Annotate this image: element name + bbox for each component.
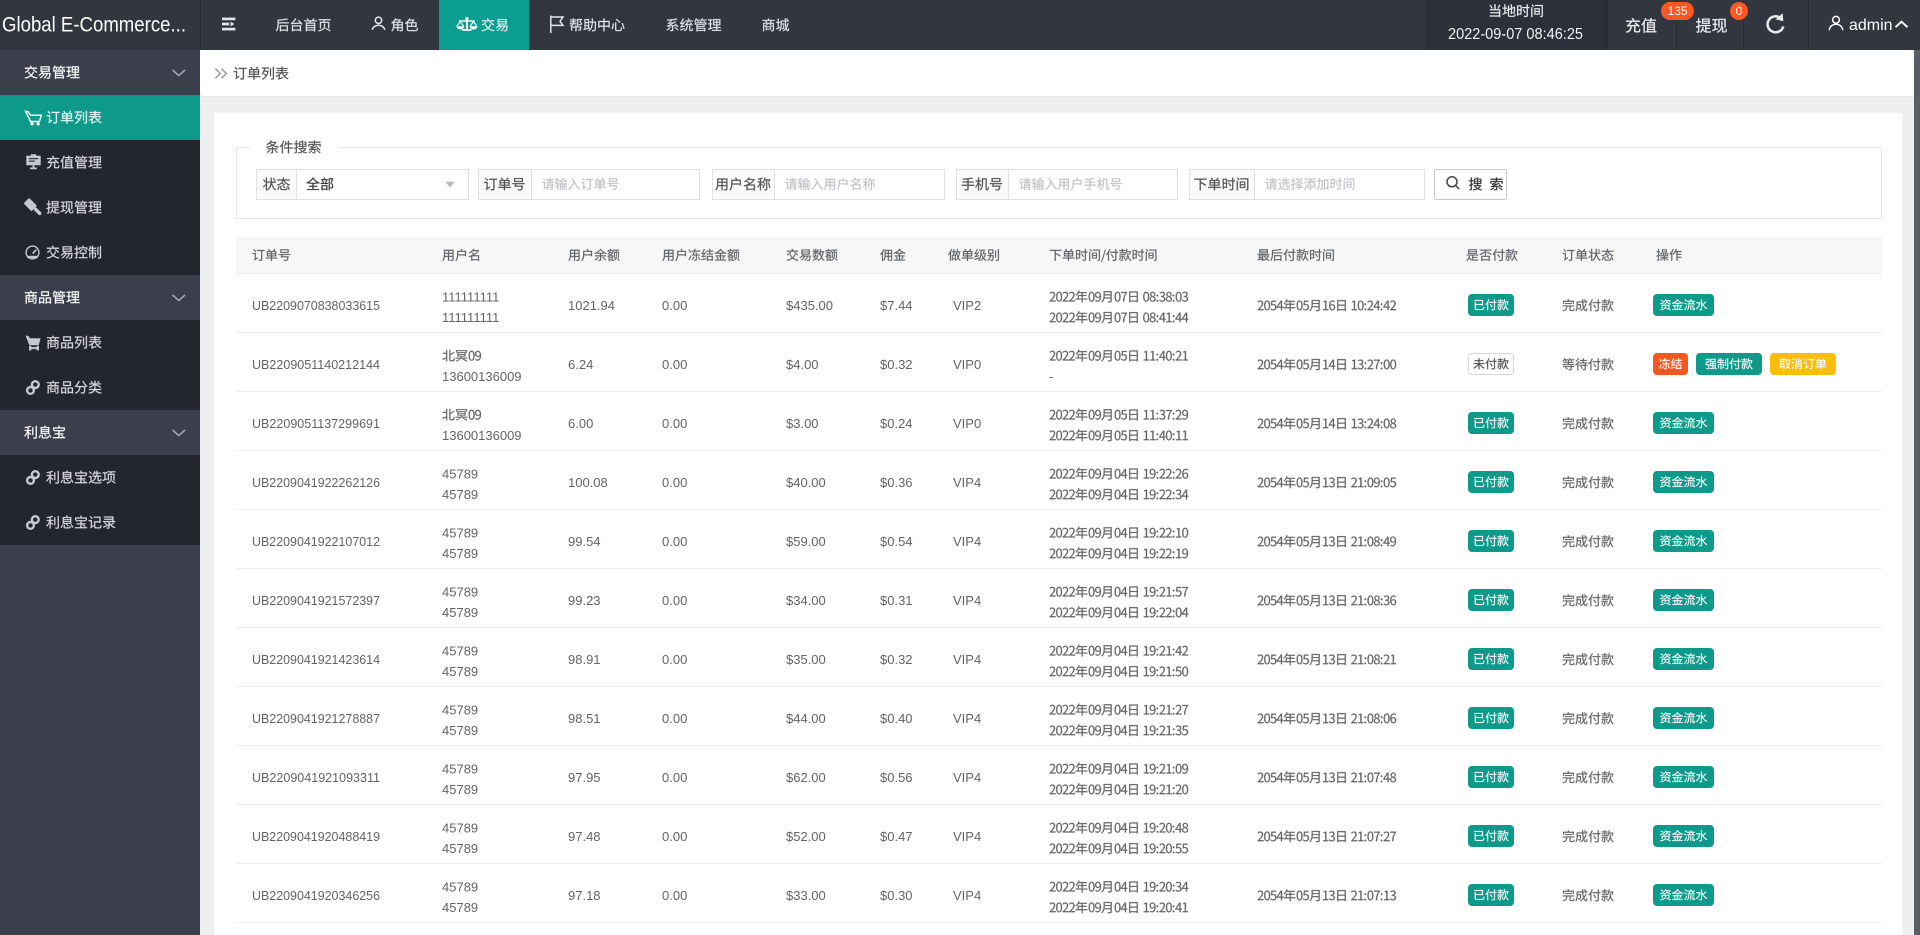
svg-text:0.00: 0.00 [662,534,687,549]
svg-text:$3.00: $3.00 [786,416,819,431]
svg-text:45789: 45789 [442,723,478,738]
svg-text:0.00: 0.00 [662,357,687,372]
svg-text:VIP4: VIP4 [953,711,981,726]
svg-text:VIP4: VIP4 [953,475,981,490]
svg-text:45789: 45789 [442,585,478,600]
svg-text:6.00: 6.00 [568,416,593,431]
svg-text:45789: 45789 [442,900,478,915]
svg-text:97.48: 97.48 [568,829,601,844]
svg-text:UB2209041921278887: UB2209041921278887 [252,711,380,726]
svg-text:2022-09-07 08:46:25: 2022-09-07 08:46:25 [1448,26,1583,43]
svg-text:6.24: 6.24 [568,357,593,372]
svg-text:Global E-Commerce...: Global E-Commerce... [2,14,186,37]
svg-text:13600136009: 13600136009 [442,428,522,443]
svg-text:UB2209041922262126: UB2209041922262126 [252,475,380,490]
svg-text:$62.00: $62.00 [786,770,826,785]
svg-text:VIP4: VIP4 [953,888,981,903]
svg-text:VIP4: VIP4 [953,770,981,785]
svg-text:45789: 45789 [442,526,478,541]
svg-text:0.00: 0.00 [662,416,687,431]
svg-text:VIP0: VIP0 [953,357,981,372]
svg-text:-: - [1049,369,1053,384]
svg-text:$0.54: $0.54 [880,534,913,549]
svg-text:45789: 45789 [442,644,478,659]
svg-text:UB2209041921572397: UB2209041921572397 [252,593,380,608]
svg-text:$0.31: $0.31 [880,593,913,608]
svg-text:$40.00: $40.00 [786,475,826,490]
svg-text:0.00: 0.00 [662,652,687,667]
svg-text:$0.56: $0.56 [880,770,913,785]
svg-text:$52.00: $52.00 [786,829,826,844]
svg-text:$0.24: $0.24 [880,416,913,431]
svg-text:$4.00: $4.00 [786,357,819,372]
svg-text:0.00: 0.00 [662,298,687,313]
svg-text:VIP4: VIP4 [953,829,981,844]
svg-text:111111111: 111111111 [442,290,499,305]
svg-text:135: 135 [1667,4,1687,18]
svg-text:97.95: 97.95 [568,770,601,785]
svg-text:45789: 45789 [442,880,478,895]
svg-text:VIP4: VIP4 [953,652,981,667]
svg-text:99.54: 99.54 [568,534,601,549]
svg-text:$34.00: $34.00 [786,593,826,608]
svg-text:VIP4: VIP4 [953,593,981,608]
svg-text:$0.36: $0.36 [880,475,913,490]
svg-text:VIP0: VIP0 [953,416,981,431]
svg-text:UB2209041922107012: UB2209041922107012 [252,534,380,549]
svg-text:45789: 45789 [442,546,478,561]
svg-text:$35.00: $35.00 [786,652,826,667]
svg-text:0.00: 0.00 [662,475,687,490]
svg-text:45789: 45789 [442,487,478,502]
svg-text:45789: 45789 [442,703,478,718]
svg-text:$435.00: $435.00 [786,298,833,313]
svg-text:111111111: 111111111 [442,310,499,325]
svg-text:98.91: 98.91 [568,652,601,667]
svg-text:13600136009: 13600136009 [442,369,522,384]
svg-text:UB2209051140212144: UB2209051140212144 [252,357,380,372]
svg-text:VIP2: VIP2 [953,298,981,313]
svg-text:45789: 45789 [442,605,478,620]
svg-text:0.00: 0.00 [662,829,687,844]
svg-text:$0.40: $0.40 [880,711,913,726]
svg-text:$0.32: $0.32 [880,357,913,372]
svg-text:VIP4: VIP4 [953,534,981,549]
svg-text:$44.00: $44.00 [786,711,826,726]
svg-text:$0.30: $0.30 [880,888,913,903]
svg-text:45789: 45789 [442,841,478,856]
svg-text:0.00: 0.00 [662,593,687,608]
svg-text:0.00: 0.00 [662,888,687,903]
svg-text:45789: 45789 [442,782,478,797]
svg-text:45789: 45789 [442,821,478,836]
svg-text:UB2209041921093311: UB2209041921093311 [252,770,380,785]
svg-text:0: 0 [1736,4,1743,18]
svg-text:0.00: 0.00 [662,770,687,785]
svg-text:UB2209041920346256: UB2209041920346256 [252,888,380,903]
svg-text:UB2209041920488419: UB2209041920488419 [252,829,380,844]
svg-text:admin: admin [1849,17,1893,34]
svg-text:1021.94: 1021.94 [568,298,615,313]
svg-text:$0.47: $0.47 [880,829,913,844]
svg-text:$33.00: $33.00 [786,888,826,903]
svg-text:$7.44: $7.44 [880,298,913,313]
svg-text:45789: 45789 [442,467,478,482]
svg-text:$0.32: $0.32 [880,652,913,667]
svg-text:100.08: 100.08 [568,475,608,490]
svg-text:UB2209041921423614: UB2209041921423614 [252,652,380,667]
svg-text:45789: 45789 [442,664,478,679]
svg-text:$59.00: $59.00 [786,534,826,549]
svg-text:97.18: 97.18 [568,888,601,903]
svg-text:98.51: 98.51 [568,711,601,726]
svg-text:99.23: 99.23 [568,593,601,608]
svg-text:0.00: 0.00 [662,711,687,726]
svg-text:UB2209051137299691: UB2209051137299691 [252,416,380,431]
svg-text:45789: 45789 [442,762,478,777]
svg-text:UB2209070838033615: UB2209070838033615 [252,298,380,313]
